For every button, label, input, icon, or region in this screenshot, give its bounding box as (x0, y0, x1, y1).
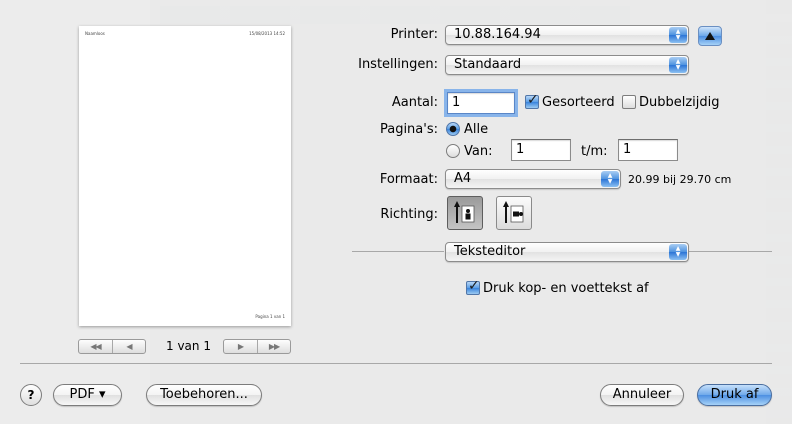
last-page-button[interactable]: ▶▶ (257, 340, 290, 353)
printer-label: Printer: (390, 27, 438, 42)
portrait-icon (454, 201, 475, 223)
printer-popup[interactable]: 10.88.164.94 ▲ ▼ (445, 25, 689, 45)
section-divider-left (352, 251, 444, 252)
presets-label: Instellingen: (358, 57, 438, 72)
section-divider-right (688, 251, 772, 252)
header-footer-label: Druk kop- en voettekst af (483, 281, 649, 296)
disclosure-button[interactable] (698, 26, 722, 46)
pages-label: Pagina's: (379, 122, 438, 137)
pages-from-label: Van: (464, 144, 493, 159)
preview-header-left: Naamloos (85, 31, 105, 36)
pages-to-field[interactable]: 1 (618, 139, 678, 161)
collated-label: Gesorteerd (542, 95, 615, 110)
pages-all-label: Alle (464, 122, 489, 137)
preview-nav-forward: ▶ ▶▶ (223, 339, 291, 354)
header-footer-checkbox[interactable]: ✓ (466, 278, 480, 295)
pages-from-field[interactable]: 1 (511, 139, 571, 161)
up-down-arrows-icon: ▲ ▼ (669, 244, 687, 260)
first-page-button[interactable]: ◀◀ (79, 340, 112, 353)
help-button[interactable]: ? (20, 384, 42, 406)
orientation-portrait-button[interactable] (447, 196, 483, 230)
paper-size-text: 20.99 bij 29.70 cm (628, 173, 732, 186)
supplies-button[interactable]: Toebehoren... (146, 384, 262, 406)
section-value: Teksteditor (454, 244, 526, 259)
pages-all-radio[interactable] (446, 122, 460, 136)
paper-popup[interactable]: A4 ▲ ▼ (445, 169, 621, 189)
orientation-landscape-button[interactable] (496, 196, 532, 230)
copies-label: Aantal: (391, 95, 438, 110)
up-down-arrows-icon: ▲ ▼ (669, 27, 687, 43)
printer-value: 10.88.164.94 (454, 27, 541, 42)
print-button[interactable]: Druk af (697, 384, 772, 406)
print-sheet: Naamloos 15/08/2013 14:52 Pagina 1 van 1… (0, 0, 792, 424)
cancel-button[interactable]: Annuleer (600, 384, 684, 406)
prev-page-button[interactable]: ◀ (112, 340, 145, 353)
collated-checkbox[interactable]: ✓ (525, 92, 539, 109)
twosided-label: Dubbelzijdig (639, 95, 720, 110)
presets-popup[interactable]: Standaard ▲ ▼ (445, 55, 689, 75)
section-popup[interactable]: Teksteditor ▲ ▼ (445, 242, 689, 262)
pdf-button[interactable]: PDF ▾ (53, 384, 122, 406)
preview-header-right: 15/08/2013 14:52 (249, 31, 285, 36)
pages-to-label: t/m: (581, 144, 608, 159)
presets-value: Standaard (454, 57, 522, 72)
paper-label: Formaat: (379, 172, 438, 187)
orientation-label: Richting: (380, 207, 438, 222)
landscape-icon (503, 201, 524, 223)
checkmark-icon: ✓ (527, 92, 539, 108)
paper-value: A4 (454, 171, 472, 186)
checkmark-icon: ✓ (468, 278, 480, 294)
preview-footer: Pagina 1 van 1 (255, 314, 285, 319)
page-count: 1 van 1 (166, 339, 211, 353)
up-down-arrows-icon: ▲ ▼ (669, 57, 687, 73)
up-down-arrows-icon: ▲ ▼ (601, 171, 619, 187)
twosided-checkbox[interactable] (622, 95, 636, 109)
pages-from-radio[interactable] (446, 144, 460, 158)
preview-nav-back: ◀◀ ◀ (78, 339, 146, 354)
triangle-up-icon (705, 32, 715, 40)
page-preview: Naamloos 15/08/2013 14:52 Pagina 1 van 1 (79, 26, 291, 326)
bottom-divider (20, 363, 772, 364)
next-page-button[interactable]: ▶ (224, 340, 257, 353)
copies-field[interactable]: 1 (447, 92, 515, 114)
